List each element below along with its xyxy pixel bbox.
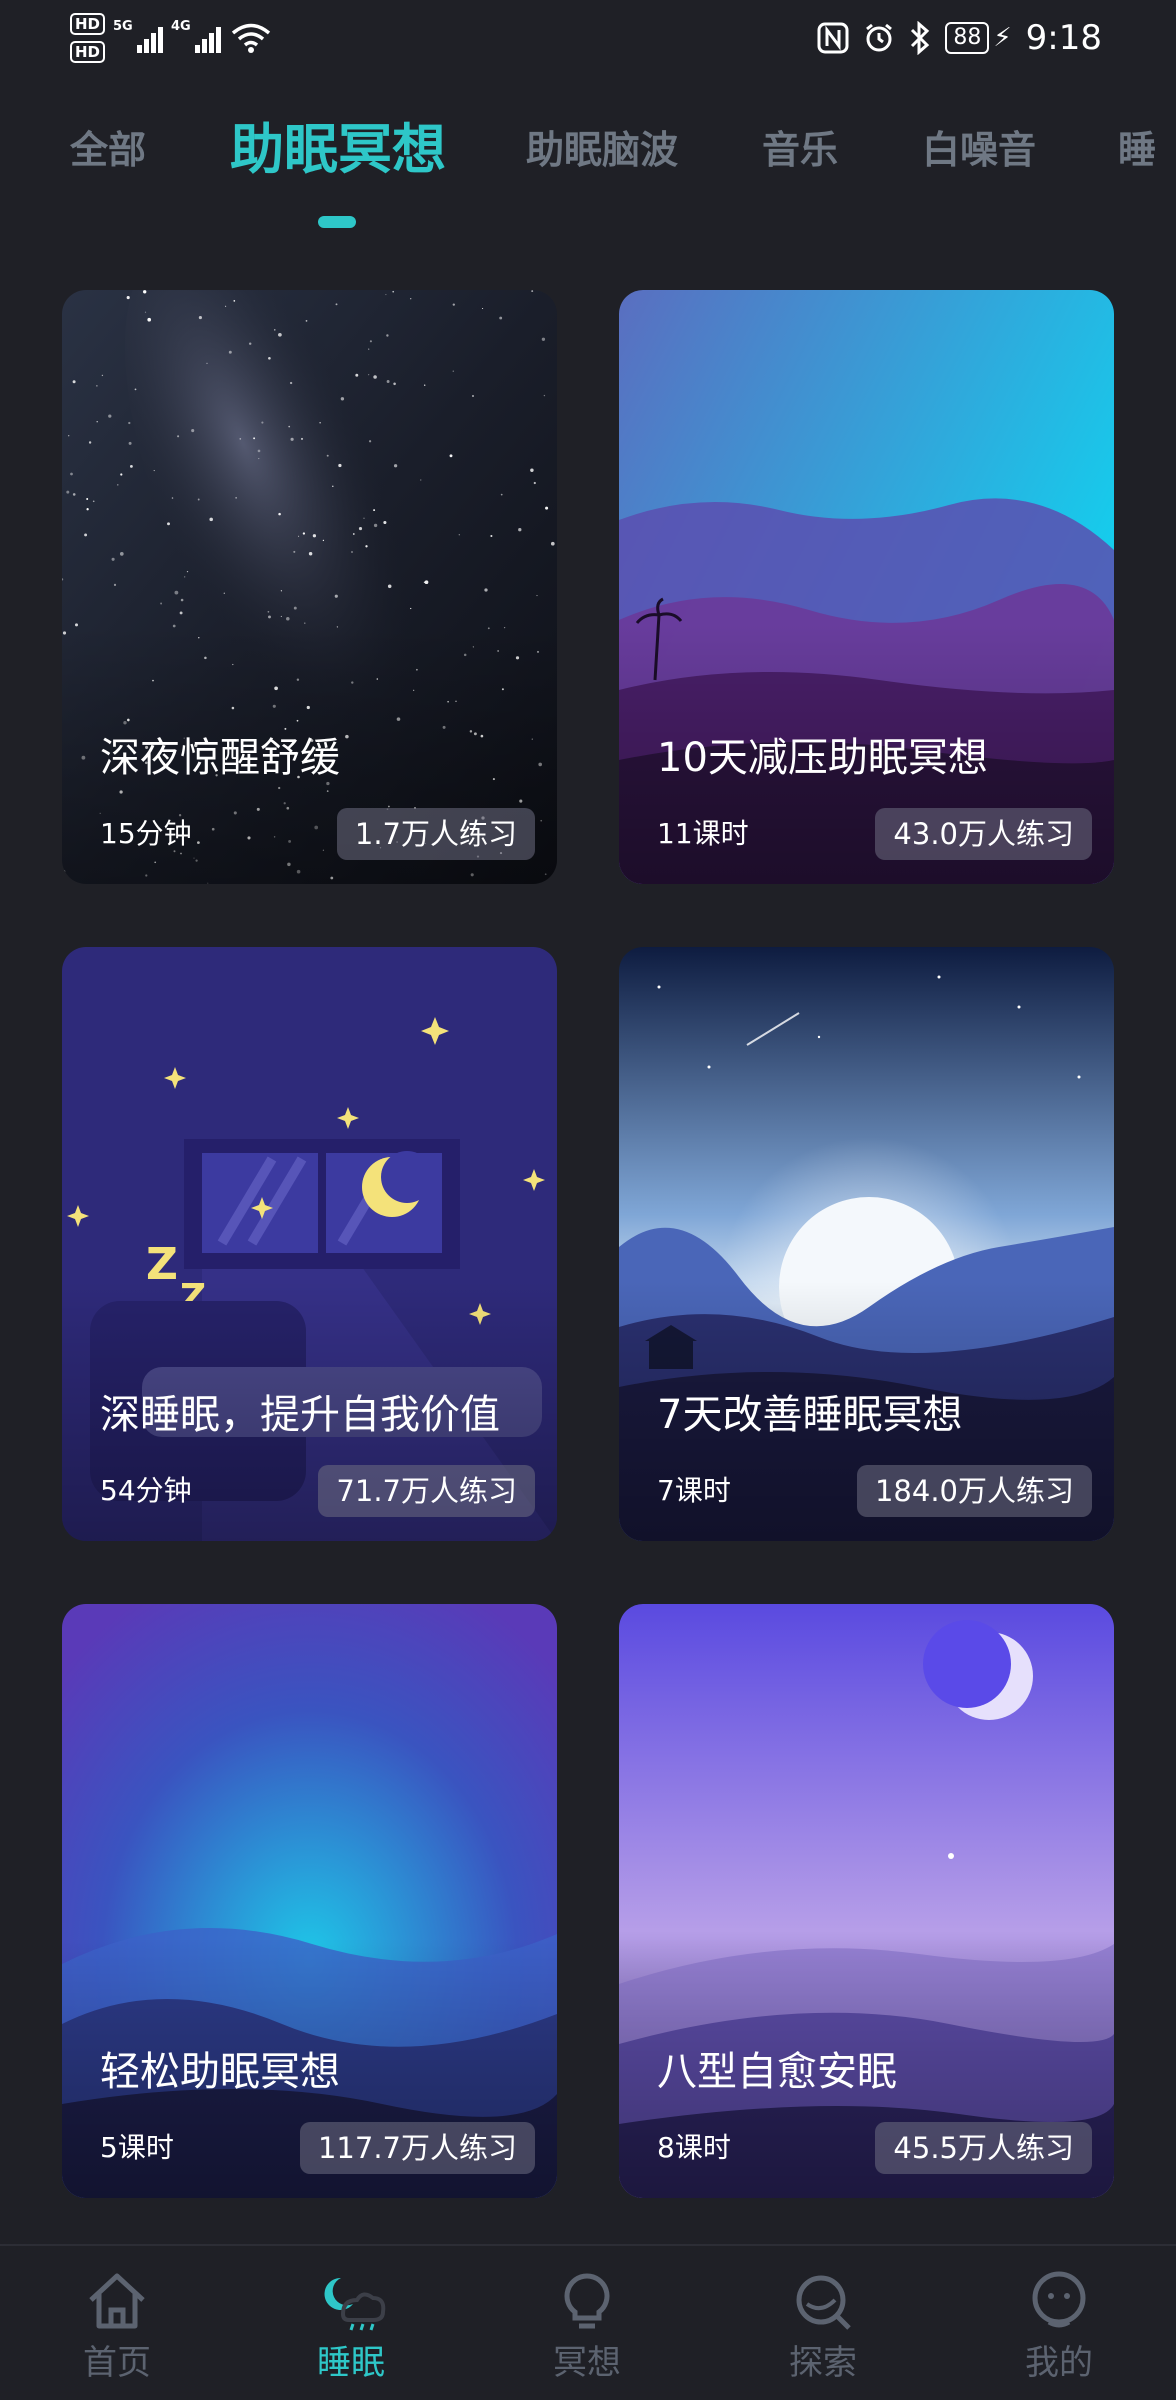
practice-count-badge: 117.7万人练习 — [299, 2122, 535, 2174]
card-title: 深睡眠，提升自我价值 — [100, 1392, 500, 1438]
status-left: HD HD 5G 4G — [70, 8, 271, 68]
tab-sleep-brainwave[interactable]: 助眠脑波 — [526, 110, 678, 190]
nfc-icon — [817, 22, 849, 54]
net-type-1: 5G — [113, 19, 133, 34]
card-lessons: 5课时 — [100, 2131, 174, 2164]
explore-icon — [796, 2275, 851, 2330]
card-title: 7天改善睡眠冥想 — [657, 1392, 963, 1438]
status-right: 88 ⚡ 9:18 — [817, 10, 1102, 66]
nav-item-profile[interactable]: 我的 — [984, 2270, 1134, 2386]
battery-indicator: 88 ⚡ — [945, 22, 1012, 54]
meditation-bulb-icon — [564, 2273, 610, 2329]
nav-item-home[interactable]: 首页 — [42, 2270, 192, 2386]
bluetooth-icon — [911, 21, 930, 55]
nav-item-sleep[interactable]: 睡眠 — [276, 2270, 426, 2386]
practice-count-badge: 1.7万人练习 — [336, 808, 535, 860]
practice-count-badge: 184.0万人练习 — [856, 1465, 1092, 1517]
nav-label: 探索 — [789, 2343, 857, 2383]
course-card[interactable]: 深夜惊醒舒缓 15分钟 1.7万人练习 — [62, 290, 557, 884]
card-title: 八型自愈安眠 — [657, 2049, 897, 2095]
home-icon — [89, 2273, 145, 2329]
practice-count-badge: 43.0万人练习 — [875, 808, 1092, 860]
course-card[interactable]: 10天减压助眠冥想 11课时 43.0万人练习 — [619, 290, 1114, 884]
charging-icon: ⚡ — [993, 23, 1012, 53]
card-duration: 54分钟 — [100, 1474, 192, 1507]
net-type-2: 4G — [171, 19, 191, 34]
tab-music[interactable]: 音乐 — [762, 110, 838, 190]
card-lessons: 7课时 — [657, 1474, 731, 1507]
clock-time: 9:18 — [1025, 18, 1102, 58]
practice-count-badge: 71.7万人练习 — [318, 1465, 535, 1517]
card-title: 深夜惊醒舒缓 — [100, 735, 340, 781]
battery-level: 88 — [945, 22, 990, 54]
card-duration: 15分钟 — [100, 817, 192, 850]
course-card[interactable]: 7天改善睡眠冥想 7课时 184.0万人练习 — [619, 947, 1114, 1541]
course-card[interactable]: Z Z Z 深睡眠，提升自我价值 54分钟 71.7万人练习 — [62, 947, 557, 1541]
course-card[interactable]: 轻松助眠冥想 5课时 117.7万人练习 — [62, 1604, 557, 2198]
bottom-navigation: 首页 睡眠 冥想 探索 我的 — [0, 2244, 1176, 2400]
tab-all[interactable]: 全部 — [70, 110, 146, 190]
card-title: 轻松助眠冥想 — [100, 2049, 340, 2095]
nav-item-explore[interactable]: 探索 — [748, 2270, 898, 2386]
signal-5g-icon: 5G — [113, 19, 164, 53]
status-bar: HD HD 5G 4G 88 ⚡ 9:18 — [0, 0, 1176, 76]
nav-label: 首页 — [83, 2343, 151, 2383]
sleep-moon-icon — [324, 2277, 386, 2331]
alarm-icon — [866, 23, 893, 52]
course-card[interactable]: 八型自愈安眠 8课时 45.5万人练习 — [619, 1604, 1114, 2198]
hd-voice-indicators: HD HD — [70, 13, 106, 63]
nav-label: 冥想 — [553, 2343, 621, 2383]
hd-voice-2: HD — [70, 41, 106, 63]
profile-face-icon — [1032, 2271, 1086, 2328]
nav-item-meditation[interactable]: 冥想 — [512, 2270, 662, 2386]
signal-4g-icon: 4G — [171, 19, 222, 53]
active-tab-indicator — [318, 216, 356, 228]
category-tabs: 全部 助眠冥想 助眠脑波 音乐 白噪音 睡 — [0, 110, 1176, 240]
wifi-icon — [231, 23, 271, 53]
tab-sleep-more[interactable]: 睡 — [1118, 110, 1156, 190]
practice-count-badge: 45.5万人练习 — [875, 2122, 1092, 2174]
card-title: 10天减压助眠冥想 — [657, 735, 988, 781]
hd-voice-1: HD — [70, 13, 106, 35]
card-lessons: 11课时 — [657, 817, 749, 850]
nav-label: 睡眠 — [317, 2343, 385, 2383]
card-lessons: 8课时 — [657, 2131, 731, 2164]
nav-label: 我的 — [1025, 2343, 1093, 2383]
tab-sleep-meditation[interactable]: 助眠冥想 — [230, 110, 446, 190]
tab-white-noise[interactable]: 白噪音 — [922, 110, 1036, 190]
